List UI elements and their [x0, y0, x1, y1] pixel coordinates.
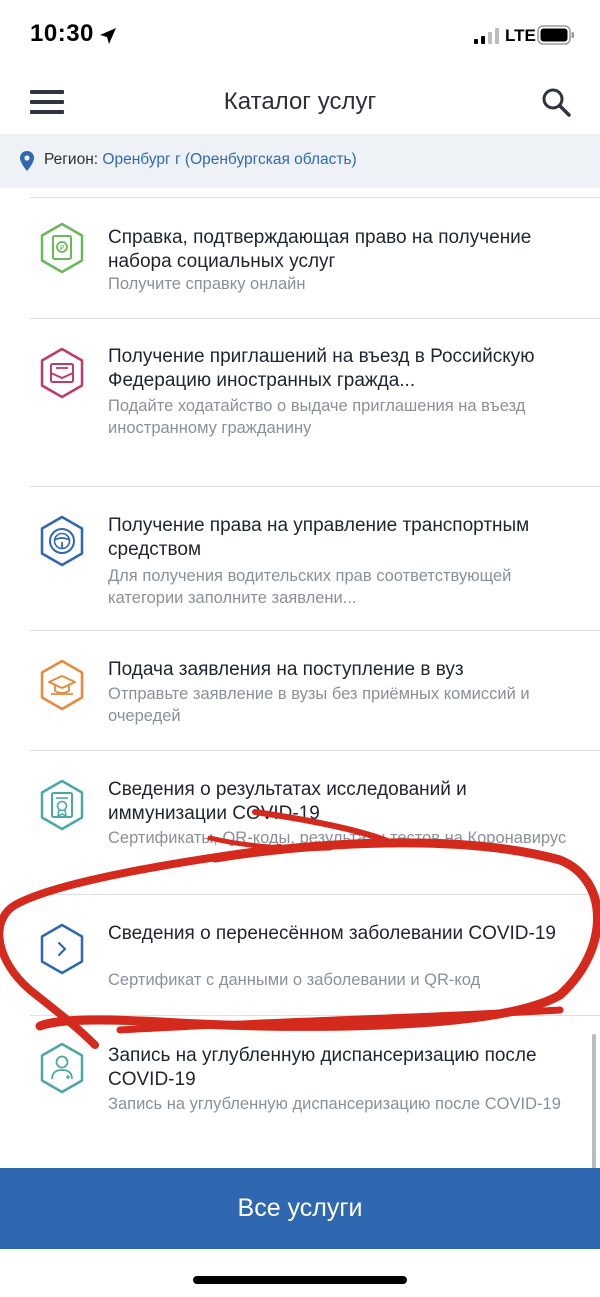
service-title: Получение приглашений на въезд в Российс… — [108, 345, 580, 393]
search-icon[interactable] — [540, 86, 572, 118]
chevron-right-icon — [40, 923, 84, 975]
network-type: LTE — [505, 26, 536, 45]
region-label: Регион: — [44, 151, 99, 168]
home-indicator[interactable] — [193, 1276, 407, 1284]
region-text: Регион: Оренбург г (Оренбургская область… — [44, 151, 357, 169]
page-title: Каталог услуг — [223, 88, 377, 115]
service-item-covid-results[interactable]: Сведения о результатах исследований и им… — [0, 751, 600, 895]
covid-certificate-icon — [40, 779, 84, 831]
battery-icon — [537, 25, 574, 45]
service-title: Запись на углубленную диспансеризацию по… — [108, 1045, 537, 1090]
app-header: Каталог услуг — [0, 70, 600, 134]
invitation-envelope-icon — [40, 347, 84, 399]
service-title-text: Получение приглашений на въезд в Российс… — [108, 346, 535, 391]
svg-text:₽: ₽ — [60, 244, 65, 252]
service-item-post-covid-checkup[interactable]: Запись на углубленную диспансеризацию по… — [0, 1016, 600, 1168]
service-title: Сведения о перенесённом заболевании COVI… — [108, 923, 556, 944]
service-title: Сведения о результатах исследований и им… — [108, 779, 467, 824]
certificate-document-icon: ₽ — [40, 222, 84, 274]
region-bar[interactable]: Регион: Оренбург г (Оренбургская область… — [0, 134, 600, 188]
doctor-icon — [40, 1042, 84, 1094]
service-description: Отправьте заявление в вузы без приёмных … — [108, 685, 530, 725]
service-description: Сертификат с данными о заболевании и QR-… — [108, 971, 481, 989]
status-time: 10:30 — [30, 20, 94, 47]
map-pin-icon — [20, 151, 34, 171]
service-title: Получение права на управление транспортн… — [108, 515, 530, 560]
service-item-covid-illness-record[interactable]: Сведения о перенесённом заболевании COVI… — [0, 895, 600, 1016]
status-bar: 10:30 LTE — [0, 0, 600, 70]
service-item-entry-invitations[interactable]: Получение приглашений на въезд в Российс… — [0, 319, 600, 487]
service-description: Получите справку онлайн — [108, 275, 306, 293]
signal-strength-icon — [474, 28, 499, 44]
service-item-university-application[interactable]: Подача заявления на поступление в вуз От… — [0, 631, 600, 751]
service-title: Справка, подтверждающая право на получен… — [108, 227, 532, 272]
service-item-driving-license[interactable]: Получение права на управление транспортн… — [0, 487, 600, 631]
all-services-button[interactable]: Все услуги — [0, 1168, 600, 1249]
service-description: Для получения водительских прав соответс… — [108, 567, 512, 607]
location-arrow-icon — [100, 28, 116, 44]
service-title: Подача заявления на поступление в вуз — [108, 659, 464, 680]
service-description: Сертификаты, QR-коды, результаты тестов … — [108, 829, 567, 847]
service-description: Запись на углубленную диспансеризацию по… — [108, 1095, 561, 1113]
steering-wheel-icon — [40, 515, 84, 567]
region-value-link[interactable]: Оренбург г (Оренбургская область) — [102, 151, 356, 168]
service-description: Подайте ходатайство о выдаче приглашения… — [108, 397, 526, 437]
service-item-social-services-certificate[interactable]: ₽ Справка, подтверждающая право на получ… — [0, 198, 600, 319]
graduation-cap-icon — [40, 659, 84, 711]
